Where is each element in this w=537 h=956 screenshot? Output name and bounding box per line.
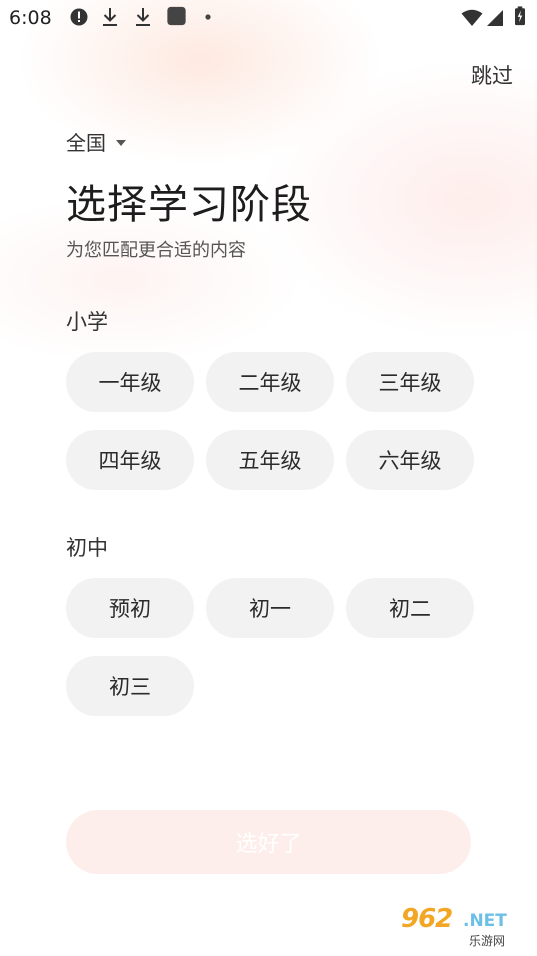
region-selector[interactable]: 全国 bbox=[66, 127, 126, 156]
grade-chip-grade-6[interactable]: 六年级 bbox=[346, 430, 474, 490]
skip-button[interactable]: 跳过 bbox=[471, 60, 513, 90]
region-label: 全国 bbox=[66, 131, 106, 155]
grade-chip-junior-1[interactable]: 初一 bbox=[206, 578, 334, 638]
grade-chip-grade-2[interactable]: 二年级 bbox=[206, 352, 334, 412]
section-label-primary: 小学 bbox=[66, 310, 108, 334]
more-notifications-dot-icon bbox=[205, 14, 211, 20]
grade-chip-junior-2[interactable]: 初二 bbox=[346, 578, 474, 638]
page-subtitle: 为您匹配更合适的内容 bbox=[66, 240, 246, 261]
grade-chip-pre-junior[interactable]: 预初 bbox=[66, 578, 194, 638]
grade-chip-grade-3[interactable]: 三年级 bbox=[346, 352, 474, 412]
app-notification-icon bbox=[167, 6, 186, 26]
grade-chip-grade-1[interactable]: 一年级 bbox=[66, 352, 194, 412]
page-title: 选择学习阶段 bbox=[66, 182, 312, 228]
watermark-net: .NET bbox=[463, 911, 507, 931]
grade-chip-junior-3[interactable]: 初三 bbox=[66, 656, 194, 716]
watermark-number: 962 bbox=[401, 904, 453, 934]
watermark-logo: 962 .NET 乐游网 bbox=[399, 904, 531, 948]
download-icon bbox=[136, 8, 150, 26]
watermark-sub: 乐游网 bbox=[469, 934, 506, 948]
section-label-junior-high: 初中 bbox=[66, 536, 108, 560]
wifi-icon bbox=[461, 9, 483, 26]
status-bar: 6:08 bbox=[0, 0, 537, 36]
alert-icon bbox=[70, 8, 88, 26]
download-icon bbox=[103, 8, 117, 26]
signal-icon bbox=[487, 10, 503, 26]
battery-charging-icon bbox=[515, 6, 525, 26]
grade-chip-grade-5[interactable]: 五年级 bbox=[206, 430, 334, 490]
status-time: 6:08 bbox=[9, 7, 52, 29]
confirm-button[interactable]: 选好了 bbox=[66, 810, 471, 874]
caret-down-icon bbox=[116, 139, 126, 146]
grade-chip-grade-4[interactable]: 四年级 bbox=[66, 430, 194, 490]
